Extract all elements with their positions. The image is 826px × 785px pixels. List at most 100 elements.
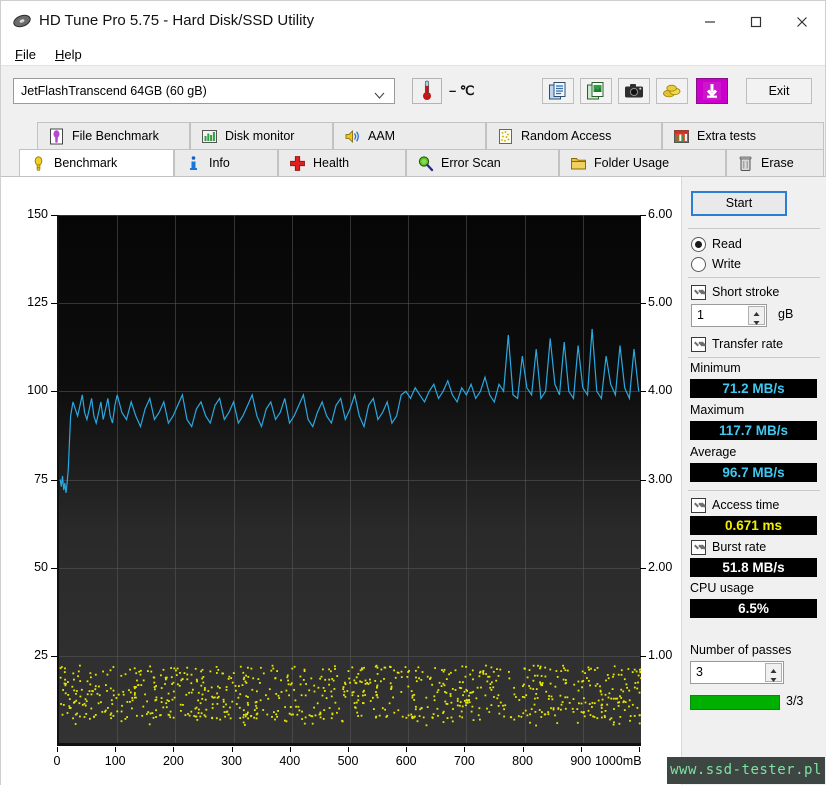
access-time-point (547, 711, 550, 713)
access-time-point (172, 690, 175, 693)
checkbox-access-time[interactable]: Access time (691, 496, 779, 514)
access-time-point (604, 693, 607, 696)
access-time-point (348, 677, 351, 680)
access-time-point (76, 712, 78, 715)
checkbox-short-stroke[interactable]: Short stroke (691, 283, 779, 301)
tab-file-benchmark[interactable]: File Benchmark (37, 122, 190, 149)
close-button[interactable] (779, 1, 825, 42)
radio-read[interactable]: Read (691, 235, 742, 253)
radio-read-icon (691, 236, 706, 252)
tab-erase[interactable]: Erase (726, 149, 824, 176)
access-time-point (253, 716, 256, 719)
access-time-point (638, 691, 641, 694)
access-time-point (280, 679, 282, 682)
access-time-point (504, 704, 507, 707)
minimize-button[interactable] (687, 1, 733, 42)
tab-info[interactable]: Info (174, 149, 278, 176)
access-time-point (557, 708, 560, 710)
checkbox-transfer-rate[interactable]: Transfer rate (691, 335, 783, 353)
access-time-point (197, 712, 200, 714)
access-time-point (139, 673, 142, 676)
access-time-point (80, 688, 83, 691)
access-time-point (401, 715, 404, 718)
tab-health[interactable]: Health (278, 149, 406, 176)
access-time-point (617, 705, 620, 707)
access-time-point (187, 713, 189, 715)
access-time-point (324, 678, 327, 681)
tab-random-access[interactable]: Random Access (486, 122, 662, 149)
access-time-point (299, 683, 302, 686)
access-time-point (252, 677, 255, 680)
random-access-icon (497, 128, 514, 145)
tab-folder-usage[interactable]: Folder Usage (559, 149, 726, 176)
y-axis-tick-mark (51, 215, 57, 216)
access-time-point (201, 693, 204, 696)
access-time-point (541, 682, 544, 684)
access-time-point (243, 714, 245, 716)
gold-icon[interactable] (656, 78, 688, 104)
access-time-point (346, 690, 349, 692)
passes-stepper[interactable]: 3 (690, 661, 784, 684)
access-time-point (381, 707, 384, 710)
x-axis-tick-mark (173, 747, 175, 752)
stepper-up-icon[interactable] (766, 664, 781, 673)
access-time-point (222, 705, 225, 708)
drive-select[interactable]: JetFlashTranscend 64GB (60 gB) (13, 78, 395, 104)
divider (688, 490, 820, 491)
stepper-down-icon[interactable] (749, 316, 764, 325)
access-time-point (273, 711, 275, 713)
access-time-point (466, 690, 468, 692)
copy-text-icon[interactable] (542, 78, 574, 104)
access-time-point (554, 714, 556, 717)
access-time-point (454, 689, 457, 691)
stepper-buttons[interactable] (748, 306, 765, 325)
screenshot-icon[interactable] (618, 78, 650, 104)
access-time-point (376, 666, 379, 669)
menu-item-file[interactable]: File (10, 46, 41, 63)
access-time-point (562, 664, 564, 667)
access-time-point (466, 701, 469, 704)
tab-aam[interactable]: AAM (333, 122, 486, 149)
access-time-point (535, 724, 537, 727)
start-button[interactable]: Start (691, 191, 787, 216)
access-time-point (568, 702, 571, 704)
access-time-point (330, 690, 333, 693)
tab-error-scan[interactable]: Error Scan (406, 149, 559, 176)
access-time-point (534, 711, 537, 713)
checkbox-burst-rate[interactable]: Burst rate (691, 538, 766, 556)
tab-disk-monitor[interactable]: Disk monitor (190, 122, 333, 149)
stepper-buttons[interactable] (765, 663, 782, 682)
access-time-point (146, 713, 148, 715)
exit-button[interactable]: Exit (746, 78, 812, 104)
access-time-point (549, 668, 552, 671)
access-time-point (79, 664, 81, 667)
access-time-point (600, 707, 603, 709)
menu-item-help[interactable]: Help (50, 46, 87, 63)
short-stroke-stepper[interactable]: 1 (691, 304, 767, 327)
access-time-point (582, 712, 585, 714)
access-time-point (328, 707, 331, 709)
access-time-point (458, 681, 461, 683)
access-time-point (407, 685, 410, 688)
copy-image-icon[interactable] (580, 78, 612, 104)
access-time-point (272, 667, 275, 670)
tab-label: Folder Usage (594, 156, 670, 170)
access-time-point (633, 686, 636, 689)
download-icon[interactable] (696, 78, 728, 104)
y-axis-tick-mark (51, 479, 57, 481)
access-time-point (554, 685, 557, 688)
tab-benchmark[interactable]: Benchmark (19, 149, 174, 176)
radio-write[interactable]: Write (691, 255, 741, 273)
stepper-up-icon[interactable] (749, 307, 764, 316)
tab-extra-tests[interactable]: Extra tests (662, 122, 824, 149)
access-time-point (592, 715, 594, 718)
access-time-point (336, 675, 339, 677)
access-time-point (277, 694, 280, 697)
access-time-point (162, 706, 165, 709)
access-time-point (197, 699, 199, 702)
stepper-down-icon[interactable] (766, 673, 781, 682)
maximize-button[interactable] (733, 1, 779, 42)
access-time-point (587, 666, 590, 669)
access-time-point (284, 719, 286, 722)
access-time-point (497, 694, 500, 697)
